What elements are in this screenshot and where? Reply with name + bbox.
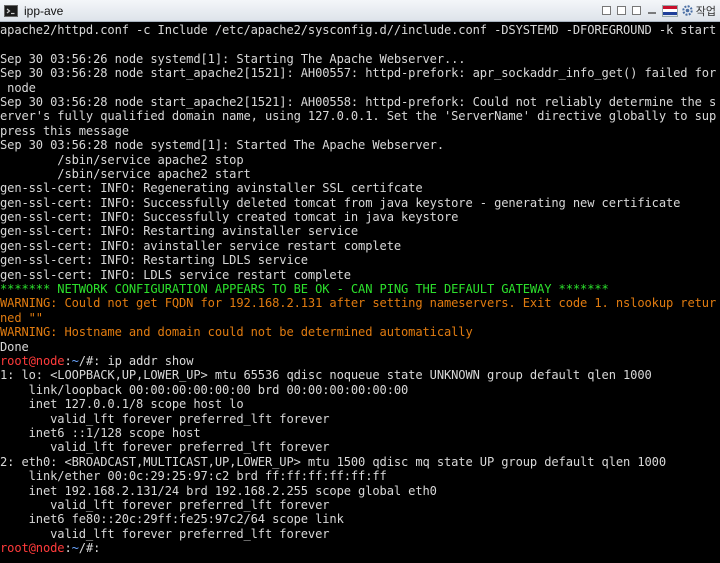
- terminal-line: Done: [0, 340, 720, 354]
- terminal-text: inet 192.168.2.131/24 brd 192.168.2.255 …: [0, 483, 437, 498]
- terminal-output[interactable]: apache2/httpd.conf -c Include /etc/apach…: [0, 23, 720, 563]
- terminal-text: ******* NETWORK CONFIGURATION APPEARS TO…: [0, 282, 609, 297]
- terminal-line: WARNING: Could not get FQDN for 192.168.…: [0, 296, 720, 310]
- terminal-line: valid_lft forever preferred_lft forever: [0, 527, 720, 541]
- terminal-line: WARNING: Hostname and domain could not b…: [0, 325, 720, 339]
- terminal-text: Sep 30 03:56:28 node start_apache2[1521]…: [0, 66, 717, 81]
- terminal-line: node: [0, 81, 720, 95]
- terminal-line: /sbin/service apache2 stop: [0, 153, 720, 167]
- terminal-line: valid_lft forever preferred_lft forever: [0, 498, 720, 512]
- terminal-line: erver's fully qualified domain name, usi…: [0, 109, 720, 123]
- terminal-line: valid_lft forever preferred_lft forever: [0, 412, 720, 426]
- terminal-text: valid_lft forever preferred_lft forever: [0, 497, 330, 512]
- terminal-text: node: [0, 80, 36, 95]
- square-icon[interactable]: [631, 3, 643, 19]
- flag-icon[interactable]: [661, 4, 678, 17]
- square-icon[interactable]: [601, 3, 613, 19]
- terminal-text: valid_lft forever preferred_lft forever: [0, 411, 330, 426]
- terminal-text: press this message: [0, 123, 129, 138]
- terminal-line: /sbin/service apache2 start: [0, 167, 720, 181]
- terminal-text: gen-ssl-cert: INFO: LDLS service restart…: [0, 267, 351, 282]
- terminal-line: gen-ssl-cert: INFO: avinstaller service …: [0, 239, 720, 253]
- terminal-text: WARNING: Could not get FQDN for 192.168.…: [0, 296, 717, 311]
- terminal-text: erver's fully qualified domain name, usi…: [0, 109, 717, 124]
- prompt-user-host: root@node: [0, 353, 65, 368]
- terminal-text: gen-ssl-cert: INFO: Regenerating avinsta…: [0, 181, 423, 196]
- terminal-line: Sep 30 03:56:28 node start_apache2[1521]…: [0, 66, 720, 80]
- terminal-line: inet6 ::1/128 scope host: [0, 426, 720, 440]
- terminal-line: link/loopback 00:00:00:00:00:00 brd 00:0…: [0, 383, 720, 397]
- terminal-text: link/ether 00:0c:29:25:97:c2 brd ff:ff:f…: [0, 469, 387, 484]
- terminal-text: :: [64, 353, 72, 368]
- terminal-text: 1: lo: <LOOPBACK,UP,LOWER_UP> mtu 65536 …: [0, 368, 652, 383]
- terminal-line: root@node:~/#: ip addr show: [0, 354, 720, 368]
- terminal-line: Sep 30 03:56:26 node systemd[1]: Startin…: [0, 52, 720, 66]
- terminal-window: ipp-ave 작업 apache2/httpd.conf -c Include…: [0, 0, 720, 563]
- terminal-text: Sep 30 03:56:28 node systemd[1]: Started…: [0, 138, 444, 153]
- terminal-line: gen-ssl-cert: INFO: Restarting avinstall…: [0, 224, 720, 238]
- terminal-text: gen-ssl-cert: INFO: Restarting avinstall…: [0, 224, 359, 239]
- title-bar[interactable]: ipp-ave 작업: [0, 0, 720, 22]
- terminal-text: Sep 30 03:56:28 node start_apache2[1521]…: [0, 94, 717, 109]
- terminal-text: /sbin/service apache2 start: [0, 166, 251, 181]
- terminal-text: inet6 ::1/128 scope host: [0, 425, 201, 440]
- terminal-line: root@node:~/#:: [0, 541, 720, 555]
- work-menu-label[interactable]: 작업: [696, 3, 716, 19]
- terminal-text: WARNING: Hostname and domain could not b…: [0, 325, 473, 340]
- terminal-text: /sbin/service apache2 stop: [0, 152, 244, 167]
- terminal-line: 1: lo: <LOOPBACK,UP,LOWER_UP> mtu 65536 …: [0, 368, 720, 382]
- terminal-text: inet 127.0.0.1/8 scope host lo: [0, 397, 244, 412]
- terminal-line: link/ether 00:0c:29:25:97:c2 brd ff:ff:f…: [0, 469, 720, 483]
- terminal-text: valid_lft forever preferred_lft forever: [0, 526, 330, 541]
- terminal-line: gen-ssl-cert: INFO: Successfully deleted…: [0, 196, 720, 210]
- terminal-line: valid_lft forever preferred_lft forever: [0, 440, 720, 454]
- minimize-icon[interactable]: [646, 3, 658, 19]
- prompt-path: ~: [71, 353, 79, 368]
- terminal-text: :: [64, 541, 72, 556]
- terminal-text: 2: eth0: <BROADCAST,MULTICAST,UP,LOWER_U…: [0, 454, 666, 469]
- terminal-text: /#: ip addr show: [78, 353, 194, 368]
- terminal-text: inet6 fe80::20c:29ff:fe25:97c2/64 scope …: [0, 512, 344, 527]
- terminal-text: /#:: [78, 541, 108, 556]
- prompt-path: ~: [71, 541, 79, 556]
- terminal-line: ned "": [0, 311, 720, 325]
- terminal-text: gen-ssl-cert: INFO: Successfully deleted…: [0, 195, 681, 210]
- terminal-line: gen-ssl-cert: INFO: Successfully created…: [0, 210, 720, 224]
- gear-icon[interactable]: [681, 3, 694, 19]
- terminal-text: valid_lft forever preferred_lft forever: [0, 440, 330, 455]
- terminal-line: 2: eth0: <BROADCAST,MULTICAST,UP,LOWER_U…: [0, 455, 720, 469]
- square-icon[interactable]: [616, 3, 628, 19]
- terminal-line: ******* NETWORK CONFIGURATION APPEARS TO…: [0, 282, 720, 296]
- terminal-line: Sep 30 03:56:28 node start_apache2[1521]…: [0, 95, 720, 109]
- terminal-text: apache2/httpd.conf -c Include /etc/apach…: [0, 23, 717, 37]
- terminal-line: gen-ssl-cert: INFO: LDLS service restart…: [0, 268, 720, 282]
- terminal-text: gen-ssl-cert: INFO: Restarting LDLS serv…: [0, 253, 308, 268]
- terminal-text: Sep 30 03:56:26 node systemd[1]: Startin…: [0, 51, 466, 66]
- terminal-line: inet 192.168.2.131/24 brd 192.168.2.255 …: [0, 484, 720, 498]
- prompt-user-host: root@node: [0, 541, 65, 556]
- terminal-text: gen-ssl-cert: INFO: Successfully created…: [0, 210, 459, 225]
- terminal-text: link/loopback 00:00:00:00:00:00 brd 00:0…: [0, 382, 409, 397]
- terminal-line: gen-ssl-cert: INFO: Restarting LDLS serv…: [0, 253, 720, 267]
- terminal-line: inet6 fe80::20c:29ff:fe25:97c2/64 scope …: [0, 512, 720, 526]
- terminal-text: Done: [0, 339, 29, 354]
- terminal-text: gen-ssl-cert: INFO: avinstaller service …: [0, 238, 402, 253]
- terminal-icon: [4, 4, 18, 18]
- terminal-line: gen-ssl-cert: INFO: Regenerating avinsta…: [0, 181, 720, 195]
- terminal-text: ned "": [0, 310, 43, 325]
- terminal-line: Sep 30 03:56:28 node systemd[1]: Started…: [0, 138, 720, 152]
- terminal-line: apache2/httpd.conf -c Include /etc/apach…: [0, 23, 720, 37]
- terminal-line: press this message: [0, 124, 720, 138]
- window-title: ipp-ave: [24, 3, 64, 18]
- terminal-line: inet 127.0.0.1/8 scope host lo: [0, 397, 720, 411]
